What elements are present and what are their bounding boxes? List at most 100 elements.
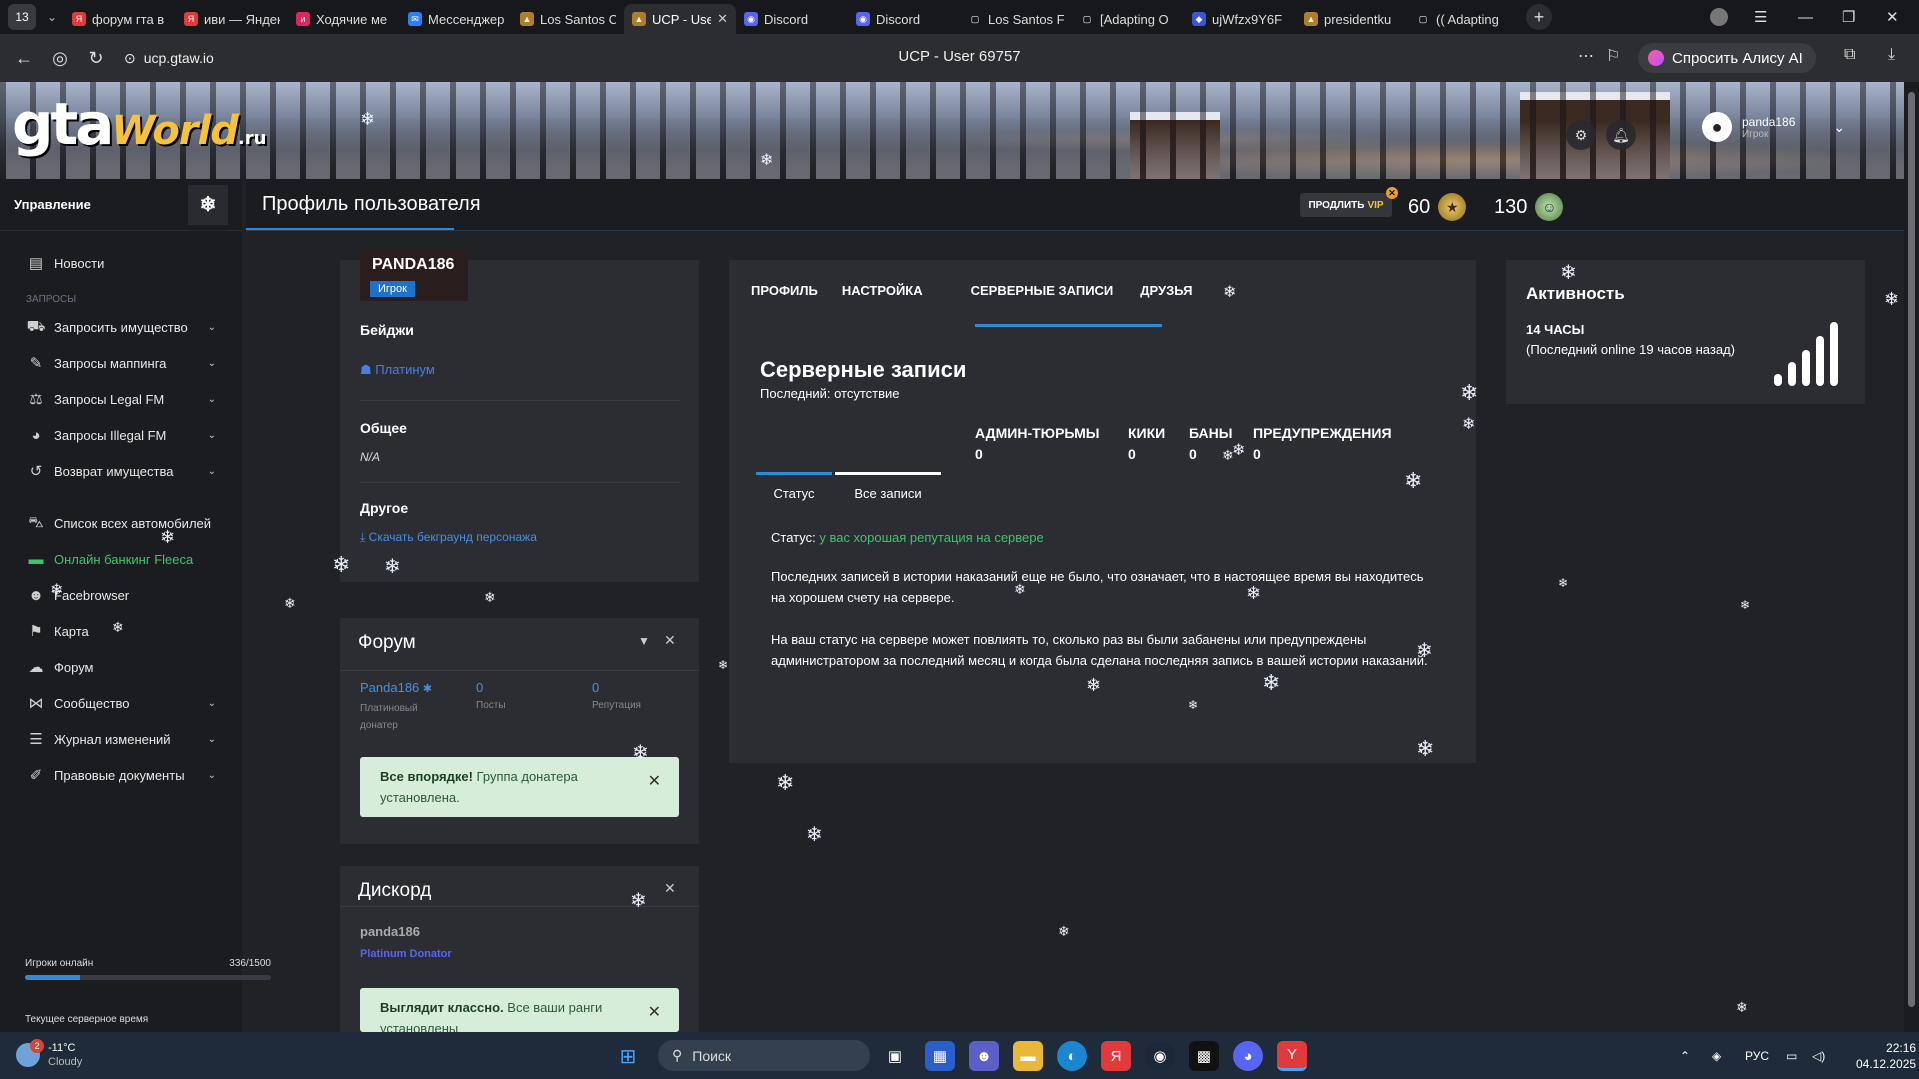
store-icon[interactable]: ▦ — [925, 1041, 955, 1071]
reload-icon[interactable]: ↻ — [78, 48, 114, 69]
tab-profile[interactable]: ПРОФИЛЬ — [751, 283, 842, 323]
tab-label: Discord — [764, 11, 809, 27]
chevron-down-icon[interactable]: ⌄ — [208, 734, 216, 745]
browser-tab[interactable]: ◆ ujWfzx9Y6F — [1184, 4, 1296, 34]
more-icon[interactable]: ⋯ — [1578, 46, 1594, 66]
sidebar-item-fleeca-banking[interactable]: ▬ Онлайн банкинг Fleeca — [0, 541, 242, 577]
subtab-all-records[interactable]: Все записи — [835, 472, 941, 514]
subtab-status[interactable]: Статус — [756, 472, 832, 514]
profile-icon[interactable] — [1710, 0, 1728, 34]
tab-server-records[interactable]: СЕРВЕРНЫЕ ЗАПИСИ — [971, 283, 1141, 323]
settings-gear-icon[interactable]: ⚙ — [1566, 120, 1596, 150]
sidebar-item-illegal-fm-requests[interactable]: ◕ Запросы Illegal FM ⌄ — [0, 417, 242, 453]
browser-tab[interactable]: ✉ Мессенджер — [400, 4, 512, 34]
browser-tab[interactable]: ▢ (( Adapting — [1408, 4, 1520, 34]
close-icon[interactable]: ✕ — [664, 632, 676, 649]
sidebar-item-news[interactable]: ▤ Новости — [0, 245, 242, 281]
downloads-icon[interactable]: ⤓ — [1888, 46, 1895, 64]
scrollbar-thumb[interactable] — [1908, 92, 1915, 1007]
yandex-icon[interactable]: Я — [1101, 1041, 1131, 1071]
browser-tab[interactable]: ▢ Los Santos F — [960, 4, 1072, 34]
sidebar-item-request-property[interactable]: ⛟ Запросить имущество ⌄ — [0, 309, 242, 345]
chevron-down-icon[interactable]: ⌄ — [208, 358, 216, 369]
taskbar-search[interactable]: ⚲ Поиск — [658, 1040, 870, 1071]
teams-icon[interactable]: ☻ — [969, 1041, 999, 1071]
page-scrollbar[interactable] — [1904, 82, 1919, 1032]
taskbar-clock[interactable]: 22:16 04.12.2025 — [1856, 1040, 1916, 1072]
tab-settings[interactable]: НАСТРОЙКА — [842, 283, 971, 323]
browser-tab[interactable]: ▲ Los Santos C — [512, 4, 624, 34]
url-field[interactable]: ⊙ ucp.gtaw.io — [124, 50, 214, 67]
file-explorer-icon[interactable]: ▬ — [1013, 1041, 1043, 1071]
sidebar-item-legal-docs[interactable]: ✐ Правовые документы ⌄ — [0, 757, 242, 793]
user-menu[interactable]: ● panda186 Игрок ⌄ — [1702, 112, 1845, 142]
browser-tab[interactable]: ◉ Discord — [736, 4, 848, 34]
tab-count-button[interactable]: 13 — [8, 4, 36, 30]
restore-icon[interactable]: ❐ — [1842, 0, 1855, 34]
collections-icon[interactable]: ⧉ — [1844, 46, 1855, 64]
sidebar-item-community[interactable]: ⋈ Сообщество ⌄ — [0, 685, 242, 721]
download-background-link[interactable]: ⤓ Скачать бекграунд персонажа — [360, 530, 537, 545]
yandex-browser-icon[interactable]: Y — [1277, 1041, 1307, 1071]
chevron-down-icon[interactable]: ⌄ — [1833, 119, 1845, 136]
minimize-icon[interactable]: — — [1798, 0, 1813, 34]
sidebar-item-forum[interactable]: ☁ Форум — [0, 649, 242, 685]
new-tab-button[interactable]: + — [1526, 4, 1552, 30]
chevron-down-icon[interactable]: ⌄ — [208, 322, 216, 333]
tab-close-icon[interactable]: ✕ — [717, 11, 728, 27]
browser-tab[interactable]: ◉ Discord — [848, 4, 960, 34]
steam-icon[interactable]: ◉ — [1145, 1041, 1175, 1071]
volume-icon[interactable]: ◁) — [1812, 1032, 1825, 1079]
forum-user-link[interactable]: Panda186 ✱ — [360, 680, 432, 695]
sidebar-item-facebrowser[interactable]: ☻ Facebrowser — [0, 577, 242, 613]
sidebar-item-changelog[interactable]: ☰ Журнал изменений ⌄ — [0, 721, 242, 757]
sidebar-item-legal-fm-requests[interactable]: ⚖ Запросы Legal FM ⌄ — [0, 381, 242, 417]
alert-close-icon[interactable]: ✕ — [648, 1002, 661, 1023]
posts-label: Посты — [476, 700, 506, 711]
network-icon[interactable]: ◈ — [1712, 1032, 1721, 1079]
alice-ai-button[interactable]: Спросить Алису AI — [1638, 43, 1816, 73]
chevron-down-icon[interactable]: ⌄ — [208, 466, 216, 477]
notifications-bell-icon[interactable]: 🔔︎ — [1606, 120, 1636, 150]
sidebar-item-all-vehicles[interactable]: ⛍ Список всех автомобилей — [0, 505, 242, 541]
tray-chevron-icon[interactable]: ⌃ — [1680, 1032, 1690, 1079]
protect-icon[interactable]: ◎ — [42, 48, 78, 69]
browser-tab[interactable]: ▢ [Adapting O — [1072, 4, 1184, 34]
app-icon[interactable]: ▩ — [1189, 1041, 1219, 1071]
discord-icon[interactable]: ◕ — [1233, 1041, 1263, 1071]
weather-widget[interactable]: 2 -11°C Cloudy — [16, 1039, 82, 1069]
tab-list-chevron-icon[interactable]: ⌄ — [40, 10, 64, 24]
sidebar-item-property-return[interactable]: ↺ Возврат имущества ⌄ — [0, 453, 242, 489]
tab-friends[interactable]: ДРУЗЬЯ — [1140, 283, 1192, 323]
browser-tab[interactable]: Яфорум гта в — [64, 4, 176, 34]
browser-tab[interactable]: ▲ UCP - User ✕ — [624, 4, 736, 34]
stat-label: КИКИ — [1128, 425, 1166, 441]
sidebar-toggle-icon[interactable]: ❄ — [188, 184, 228, 225]
menu-icon[interactable]: ☰ — [1754, 0, 1767, 34]
edge-icon[interactable]: ◐ — [1057, 1041, 1087, 1071]
site-logo[interactable]: gtaWorld.ru — [12, 90, 266, 158]
browser-tab[interactable]: Яиви — Яндекс — [176, 4, 288, 34]
bookmark-icon[interactable]: ⚐ — [1606, 46, 1620, 66]
chevron-down-icon[interactable]: ⌄ — [208, 698, 216, 709]
chevron-down-icon[interactable]: ⌄ — [208, 394, 216, 405]
language-indicator[interactable]: РУС — [1745, 1032, 1769, 1079]
chevron-down-icon[interactable]: ⌄ — [208, 430, 216, 441]
browser-tab[interactable]: ▲ presidentku — [1296, 4, 1408, 34]
collapse-caret-icon[interactable]: ▼ — [638, 634, 650, 648]
sidebar-item-mapping-requests[interactable]: ✎ Запросы маппинга ⌄ — [0, 345, 242, 381]
site-info-icon[interactable]: ⊙ — [124, 50, 136, 67]
browser-tab[interactable]: и Ходячие ме — [288, 4, 400, 34]
sidebar: Управление ❄ ▤ Новости ЗАПРОСЫ ⛟ Запросить и… — [0, 179, 242, 1032]
window-close-icon[interactable]: ✕ — [1886, 0, 1899, 34]
display-icon[interactable]: ▭ — [1786, 1032, 1797, 1079]
alert-close-icon[interactable]: ✕ — [648, 771, 661, 792]
back-icon[interactable]: ← — [6, 48, 42, 69]
start-menu-icon[interactable]: ⊞ — [613, 1041, 643, 1071]
close-icon[interactable]: ✕ — [664, 880, 676, 897]
chevron-down-icon[interactable]: ⌄ — [208, 770, 216, 781]
extend-vip-button[interactable]: ПРОДЛИТЬ VIP ✕ — [1300, 187, 1398, 217]
task-view-icon[interactable]: ▣ — [880, 1041, 910, 1071]
platinum-badge-link[interactable]: ☗ Платинум — [360, 362, 435, 378]
